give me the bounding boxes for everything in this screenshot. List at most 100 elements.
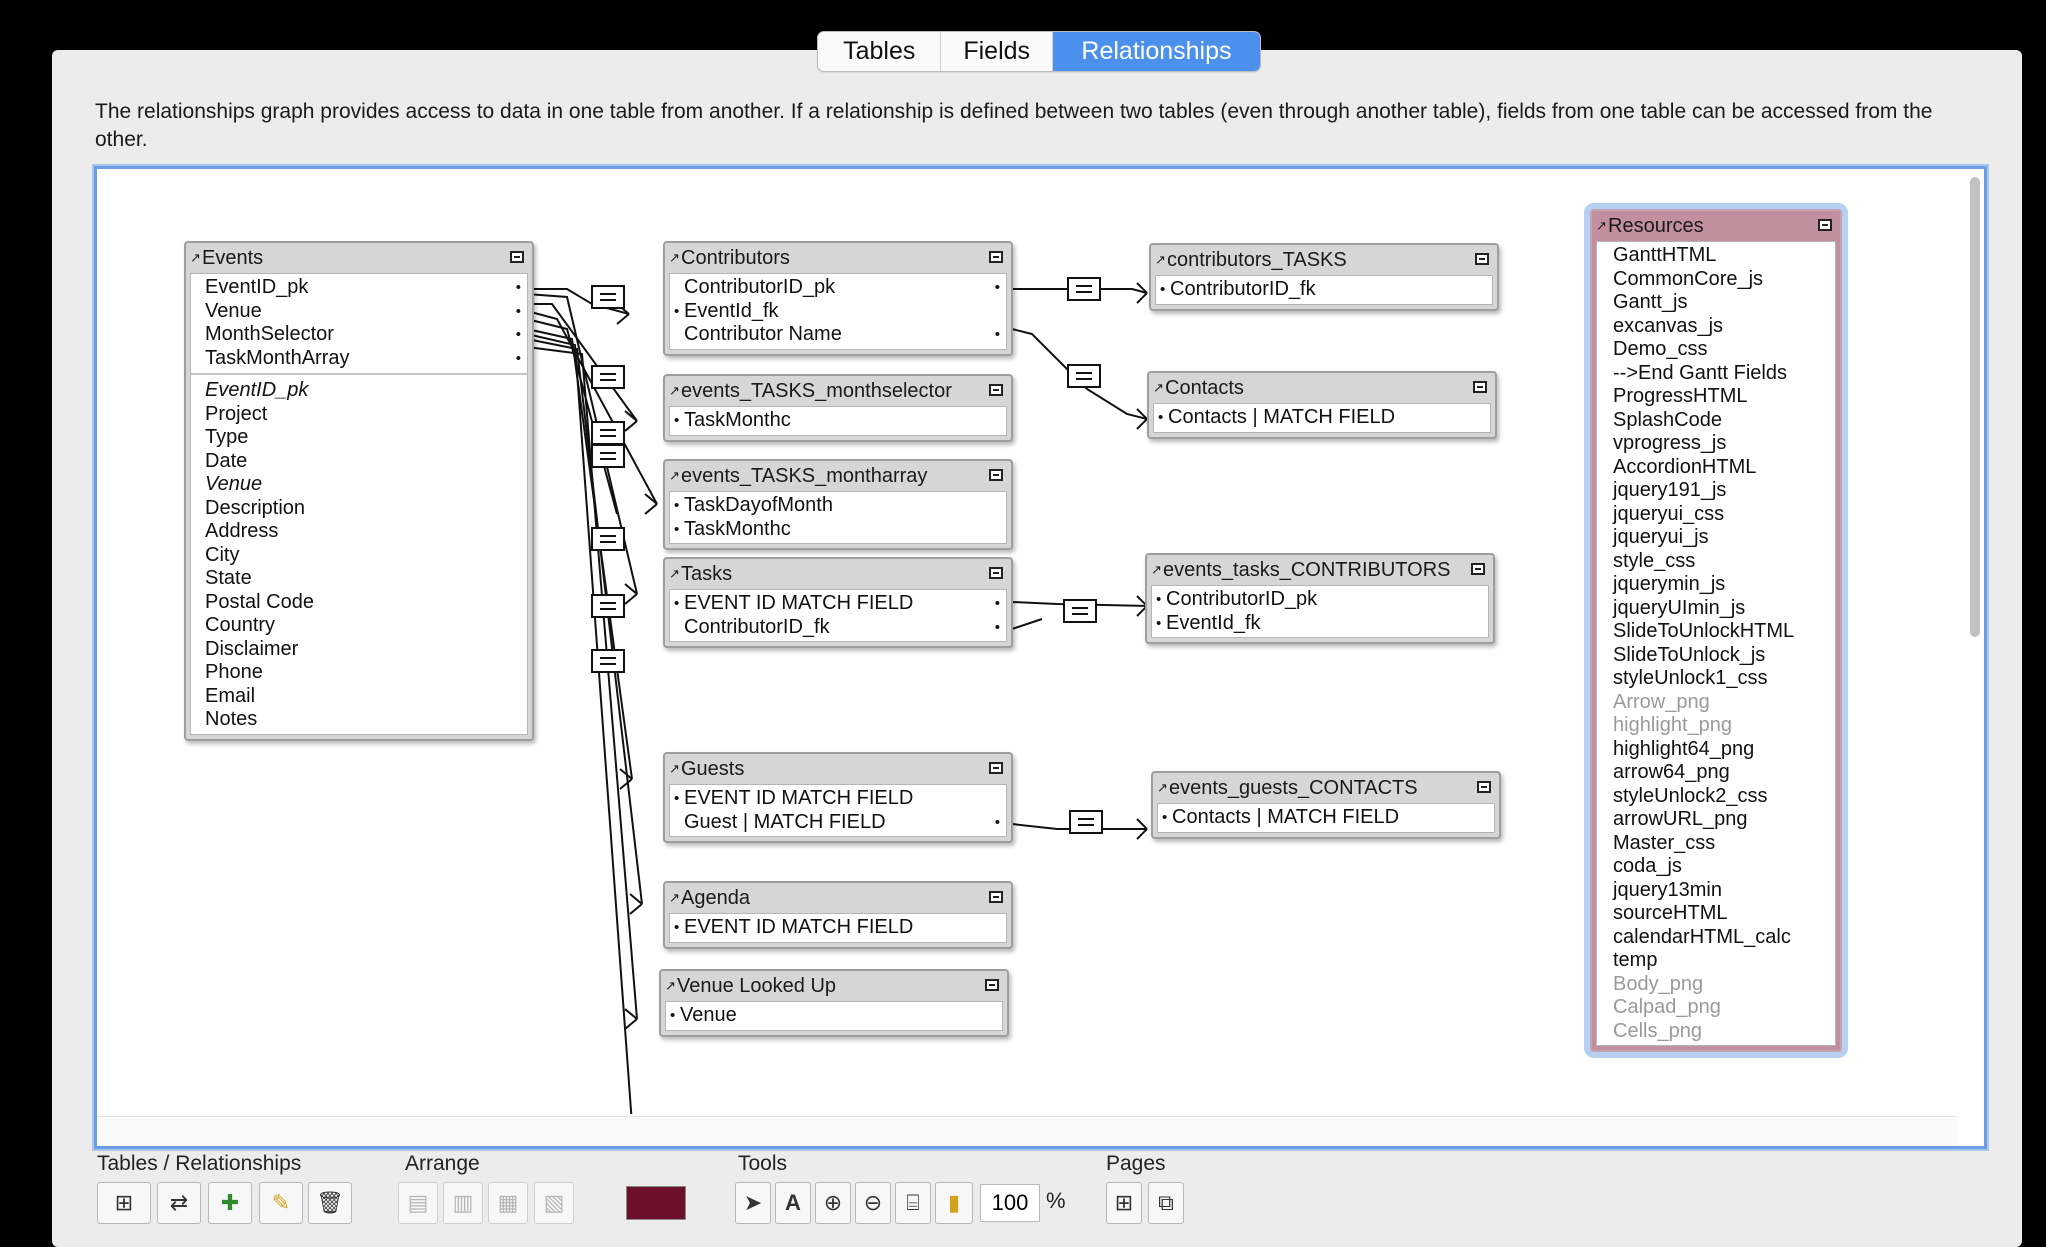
field[interactable]: City bbox=[191, 544, 527, 568]
relationship-operator[interactable] bbox=[1067, 364, 1101, 388]
field[interactable]: highlight_png bbox=[1599, 714, 1835, 738]
field[interactable]: style_css bbox=[1599, 550, 1835, 574]
field[interactable]: Address bbox=[191, 520, 527, 544]
edit-button[interactable]: ✎ bbox=[259, 1182, 303, 1224]
field[interactable]: calendarHTML_calc bbox=[1599, 926, 1835, 950]
field[interactable]: Disclaimer bbox=[191, 638, 527, 662]
field[interactable]: Gantt_js bbox=[1599, 291, 1835, 315]
add-relationship-button[interactable]: ⇄ bbox=[157, 1182, 201, 1224]
color-swatch[interactable] bbox=[626, 1186, 686, 1220]
field[interactable]: ContributorID_fk bbox=[670, 616, 1006, 640]
table-events[interactable]: ↗Events EventID_pk Venue MonthSelector T… bbox=[184, 241, 534, 741]
zoom-out-icon[interactable]: ⊖ bbox=[855, 1182, 891, 1224]
field[interactable]: EventId_fk bbox=[1152, 612, 1488, 636]
field[interactable]: SlideToUnlockHTML bbox=[1599, 620, 1835, 644]
collapse-icon[interactable] bbox=[1477, 781, 1491, 793]
zoom-level-field[interactable]: 100 bbox=[980, 1184, 1040, 1222]
show-page-breaks-button[interactable]: ⊞ bbox=[1106, 1182, 1142, 1224]
table-venue-looked-up[interactable]: ↗Venue Looked Up Venue bbox=[659, 969, 1009, 1037]
field[interactable]: Phone bbox=[191, 661, 527, 685]
field[interactable]: arrow64_png bbox=[1599, 761, 1835, 785]
page-setup-icon[interactable]: ⌸ bbox=[895, 1182, 931, 1224]
field[interactable]: vprogress_js bbox=[1599, 432, 1835, 456]
field[interactable]: Body_png bbox=[1599, 973, 1835, 997]
match-field[interactable]: MonthSelector bbox=[191, 323, 527, 347]
match-field[interactable]: TaskMonthArray bbox=[191, 347, 527, 371]
field[interactable]: Arrow_png bbox=[1599, 691, 1835, 715]
field[interactable]: State bbox=[191, 567, 527, 591]
field[interactable]: Master_css bbox=[1599, 832, 1835, 856]
field[interactable]: Notes bbox=[191, 708, 527, 732]
field[interactable]: Contributor Name bbox=[670, 323, 1006, 347]
relationships-graph[interactable]: ↗Events EventID_pk Venue MonthSelector T… bbox=[94, 166, 1987, 1149]
field[interactable]: highlight64_png bbox=[1599, 738, 1835, 762]
field[interactable]: Venue bbox=[191, 473, 527, 497]
print-setup-button[interactable]: ⧉ bbox=[1148, 1182, 1184, 1224]
add-table-button[interactable]: ⊞ bbox=[97, 1182, 151, 1224]
collapse-icon[interactable] bbox=[989, 891, 1003, 903]
field[interactable]: sourceHTML bbox=[1599, 902, 1835, 926]
relationship-operator[interactable] bbox=[1069, 810, 1103, 834]
match-field[interactable]: EventID_pk bbox=[191, 276, 527, 300]
table-guests[interactable]: ↗Guests EVENT ID MATCH FIELD Guest | MAT… bbox=[663, 752, 1013, 843]
field[interactable]: EventID_pk bbox=[191, 379, 527, 403]
tab-fields[interactable]: Fields bbox=[941, 32, 1053, 71]
field[interactable]: EVENT ID MATCH FIELD bbox=[670, 592, 1006, 616]
field[interactable]: jquery13min bbox=[1599, 879, 1835, 903]
field[interactable]: arrowURL_png bbox=[1599, 808, 1835, 832]
field[interactable]: jquery191_js bbox=[1599, 479, 1835, 503]
graph-canvas[interactable]: ↗Events EventID_pk Venue MonthSelector T… bbox=[97, 169, 1957, 1114]
field[interactable]: ContributorID_pk bbox=[670, 276, 1006, 300]
field[interactable]: CommonCore_js bbox=[1599, 268, 1835, 292]
tab-tables[interactable]: Tables bbox=[818, 32, 942, 71]
resize-button[interactable]: ▧ bbox=[534, 1182, 574, 1224]
collapse-icon[interactable] bbox=[1475, 253, 1489, 265]
relationship-operator[interactable] bbox=[591, 649, 625, 673]
table-resources[interactable]: ↗ Resources GanttHTML CommonCore_js Gantt… bbox=[1590, 209, 1842, 1052]
collapse-icon[interactable] bbox=[989, 251, 1003, 263]
field[interactable]: Date bbox=[191, 450, 527, 474]
field[interactable]: styleUnlock1_css bbox=[1599, 667, 1835, 691]
field[interactable]: coda_js bbox=[1599, 855, 1835, 879]
horizontal-scrollbar[interactable] bbox=[97, 1116, 1957, 1146]
collapse-icon[interactable] bbox=[985, 979, 999, 991]
relationship-operator[interactable] bbox=[591, 594, 625, 618]
collapse-icon[interactable] bbox=[1818, 219, 1832, 231]
field[interactable]: ProgressHTML bbox=[1599, 385, 1835, 409]
field[interactable]: -->End Gantt Fields bbox=[1599, 362, 1835, 386]
field[interactable]: Calpad_png bbox=[1599, 996, 1835, 1020]
pointer-tool-button[interactable]: ➤ bbox=[735, 1182, 771, 1224]
field[interactable]: Project bbox=[191, 403, 527, 427]
field[interactable]: ContributorID_fk bbox=[1156, 278, 1492, 302]
field[interactable]: Type bbox=[191, 426, 527, 450]
relationship-operator[interactable] bbox=[1067, 277, 1101, 301]
table-events-guests-contacts[interactable]: ↗events_guests_CONTACTS Contacts | MATCH… bbox=[1151, 771, 1501, 839]
relationship-operator[interactable] bbox=[591, 527, 625, 551]
field[interactable]: TaskMonthc bbox=[670, 518, 1006, 542]
collapse-icon[interactable] bbox=[510, 251, 524, 263]
field[interactable]: Demo_css bbox=[1599, 338, 1835, 362]
field[interactable]: TaskMonthc bbox=[670, 409, 1006, 433]
field[interactable]: excanvas_js bbox=[1599, 315, 1835, 339]
field[interactable]: EVENT ID MATCH FIELD bbox=[670, 916, 1006, 940]
relationship-operator[interactable] bbox=[591, 421, 625, 445]
relationship-operator[interactable] bbox=[591, 365, 625, 389]
field[interactable]: jquerymin_js bbox=[1599, 573, 1835, 597]
field[interactable]: EventId_fk bbox=[670, 300, 1006, 324]
table-tasks[interactable]: ↗Tasks EVENT ID MATCH FIELD ContributorI… bbox=[663, 557, 1013, 648]
text-tool-button[interactable]: A bbox=[775, 1182, 811, 1224]
field[interactable]: SplashCode bbox=[1599, 409, 1835, 433]
field[interactable]: jqueryUImin_js bbox=[1599, 597, 1835, 621]
table-events-tasks-montharray[interactable]: ↗events_TASKS_montharray TaskDayofMonth … bbox=[663, 459, 1013, 550]
collapse-icon[interactable] bbox=[989, 762, 1003, 774]
align-left-button[interactable]: ▤ bbox=[398, 1182, 438, 1224]
field[interactable]: Postal Code bbox=[191, 591, 527, 615]
table-events-tasks-monthselector[interactable]: ↗events_TASKS_monthselector TaskMonthc bbox=[663, 374, 1013, 442]
scroll-thumb[interactable] bbox=[1970, 177, 1980, 637]
field[interactable]: SlideToUnlock_js bbox=[1599, 644, 1835, 668]
field[interactable]: Contacts | MATCH FIELD bbox=[1158, 806, 1494, 830]
relationship-operator[interactable] bbox=[1063, 599, 1097, 623]
field[interactable]: jqueryui_js bbox=[1599, 526, 1835, 550]
tab-relationships[interactable]: Relationships bbox=[1052, 32, 1260, 71]
vertical-scrollbar[interactable] bbox=[1968, 177, 1982, 637]
